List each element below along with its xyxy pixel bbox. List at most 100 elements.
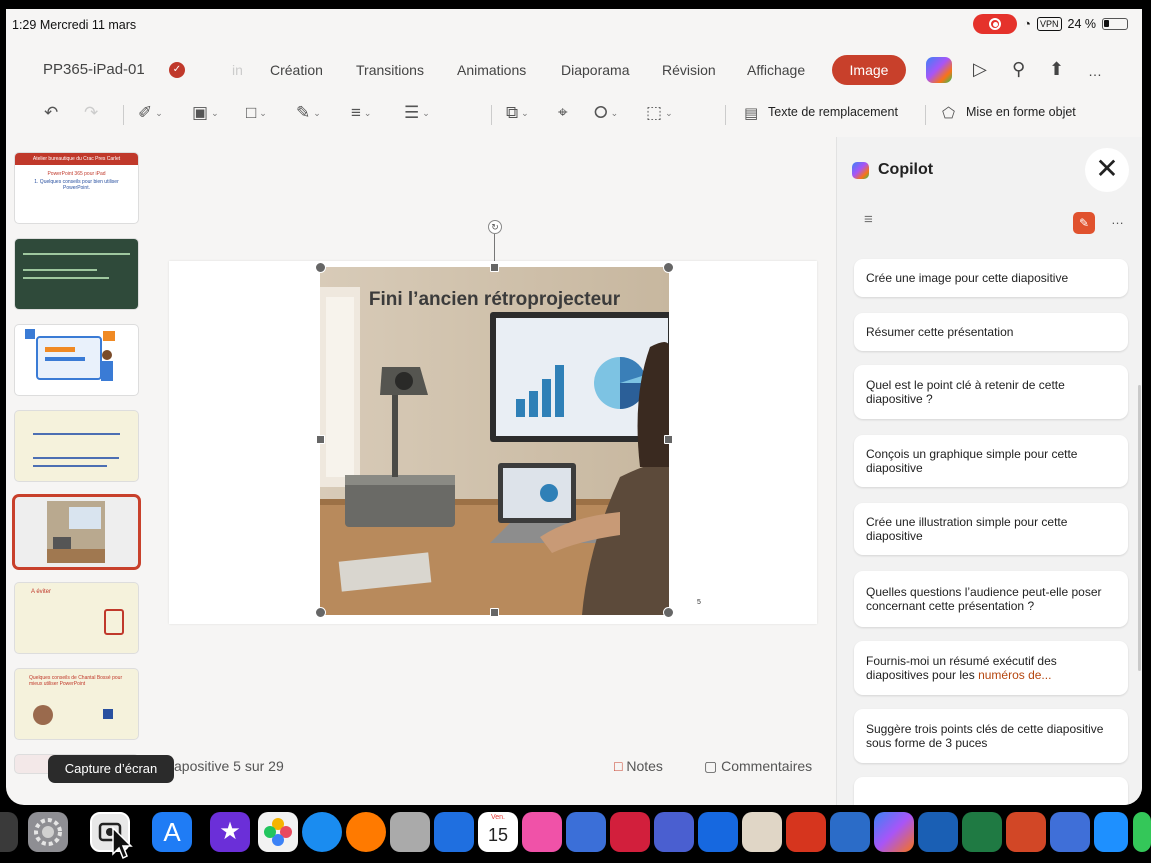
contacts-icon[interactable] — [390, 812, 430, 852]
align-icon[interactable]: ≡ ⌄ — [351, 103, 371, 123]
wifi-icon: ◔ — [1023, 17, 1031, 31]
app-icon[interactable] — [786, 812, 826, 852]
tab-image[interactable]: Image — [832, 55, 906, 85]
share-icon[interactable]: ⬆ — [1049, 59, 1064, 80]
thumbnail-slide-5[interactable] — [15, 497, 138, 567]
rotate-handle[interactable]: ↻ — [488, 220, 502, 234]
resize-handle-bl[interactable] — [315, 607, 326, 618]
thumbnail-slide-2[interactable] — [15, 239, 138, 309]
menu-icon[interactable]: ≡ — [864, 211, 873, 228]
slide-picture[interactable]: Fini l’ancien rétroprojecteur — [320, 267, 669, 615]
format-object-button[interactable]: Mise en forme objet — [966, 105, 1076, 119]
notes-button[interactable]: □ Notes — [614, 758, 663, 774]
powerpoint-icon[interactable] — [1006, 812, 1046, 852]
photos-icon[interactable] — [258, 812, 298, 852]
screen-recording-icon[interactable] — [973, 14, 1018, 34]
app-icon[interactable] — [610, 812, 650, 852]
onedrive-icon[interactable] — [1094, 812, 1128, 852]
tab-insertion-faded[interactable]: in — [232, 62, 243, 78]
thumbnail-slide-4[interactable] — [15, 411, 138, 481]
suggestion-item[interactable]: Quel est le point clé à retenir de cette… — [854, 365, 1128, 419]
search-icon[interactable]: ⚲ — [1012, 59, 1025, 80]
app-icon[interactable] — [830, 812, 870, 852]
screenshot-tooltip: Capture d’écran — [48, 755, 174, 783]
suggestion-item[interactable]: Conçois un graphique simple pour cette d… — [854, 435, 1128, 487]
suggestion-item[interactable]: Résumer cette présentation — [854, 313, 1128, 351]
pen-icon[interactable]: ✎ ⌄ — [296, 103, 321, 123]
app-icon[interactable] — [654, 812, 694, 852]
format-object-icon[interactable]: ⬠ — [942, 104, 955, 122]
imovie-icon[interactable]: ★ — [210, 812, 250, 852]
suggestion-item[interactable]: Crée une image pour cette diapositive — [854, 259, 1128, 297]
arrange-icon[interactable]: ⧉ ⌄ — [506, 103, 529, 123]
outlook-icon[interactable] — [918, 812, 958, 852]
line-style-icon[interactable]: ☰ ⌄ — [404, 103, 430, 123]
close-icon[interactable]: ✕ — [1085, 148, 1129, 192]
tab-diaporama[interactable]: Diaporama — [561, 62, 629, 78]
undo-icon[interactable]: ↶ — [44, 103, 58, 123]
ribbon-divider — [925, 105, 926, 125]
mouse-cursor-icon — [112, 826, 133, 860]
tab-creation[interactable]: Création — [270, 62, 323, 78]
alt-text-button[interactable]: Texte de remplacement — [768, 105, 898, 119]
shape-icon[interactable]: ⭘ ⌄ — [594, 103, 618, 123]
resize-handle-tl[interactable] — [315, 262, 326, 273]
play-icon[interactable]: ▷ — [973, 59, 987, 80]
suggestion-item-partial[interactable] — [854, 777, 1128, 805]
resize-handle-r[interactable] — [664, 435, 673, 444]
app-store-icon[interactable]: A — [152, 812, 192, 852]
app-icon[interactable] — [566, 812, 606, 852]
copilot-app-icon[interactable] — [874, 812, 914, 852]
alt-text-icon[interactable]: ▤ — [744, 104, 758, 122]
picture-style-icon[interactable]: ▣ ⌄ — [192, 103, 219, 123]
more-icon[interactable]: … — [1111, 212, 1124, 227]
safari-icon[interactable] — [302, 812, 342, 852]
comments-button[interactable]: ▢ Commentaires — [704, 758, 812, 775]
suggestion-item[interactable]: Quelles questions l’audience peut-elle p… — [854, 571, 1128, 627]
slide-number: 5 — [697, 599, 701, 606]
new-chat-icon[interactable]: ✎ — [1073, 212, 1095, 234]
app-icon[interactable] — [522, 812, 562, 852]
copilot-scrollbar[interactable] — [1138, 385, 1141, 671]
crop-icon[interactable]: ⌖ — [558, 103, 568, 123]
replace-picture-icon[interactable]: ⬚ ⌄ — [646, 103, 673, 123]
redo-icon[interactable]: ↷ — [84, 103, 98, 123]
more-icon[interactable]: … — [1088, 63, 1102, 79]
app-icon[interactable] — [742, 812, 782, 852]
doc-status-icon[interactable]: ✓ — [169, 62, 185, 78]
messages-icon[interactable] — [1133, 812, 1151, 852]
resize-handle-b[interactable] — [490, 608, 499, 617]
thumbnail-slide-3[interactable] — [15, 325, 138, 395]
thumbnail-slide-7[interactable]: Quelques conseils de Chantal Bossé pour … — [15, 669, 138, 739]
tab-revision[interactable]: Révision — [662, 62, 716, 78]
suggestion-item-highlighted[interactable]: Fournis-moi un résumé exécutif des diapo… — [854, 641, 1128, 695]
tab-animations[interactable]: Animations — [457, 62, 526, 78]
settings-icon[interactable] — [28, 812, 68, 852]
excel-icon[interactable] — [962, 812, 1002, 852]
slide-title[interactable]: Fini l’ancien rétroprojecteur — [320, 289, 669, 311]
resize-handle-tr[interactable] — [663, 262, 674, 273]
ribbon-divider — [491, 105, 492, 125]
picture-edit-icon[interactable]: ✐ ⌄ — [138, 103, 163, 123]
app-icon[interactable] — [1050, 812, 1090, 852]
document-name[interactable]: PP365-iPad-01 — [43, 61, 145, 78]
resize-handle-l[interactable] — [316, 435, 325, 444]
thumb1-line: 1. Quelques conseils pour bien utiliser … — [34, 179, 119, 191]
picture-border-icon[interactable]: □ ⌄ — [246, 103, 267, 123]
thumb6-title: A éviter — [31, 589, 52, 595]
suggestion-item[interactable]: Suggère trois points clés de cette diapo… — [854, 709, 1128, 763]
thumbnail-slide-6[interactable]: A éviter — [15, 583, 138, 653]
thumbnail-slide-1[interactable]: Atelier bureautique du Crac Pres Carlet … — [15, 153, 138, 223]
calendar-icon[interactable]: Ven. 15 — [478, 812, 518, 852]
status-time: 1:29 Mercredi 11 mars — [12, 18, 137, 32]
qobuz-icon[interactable] — [434, 812, 474, 852]
suggestion-item[interactable]: Crée une illustration simple pour cette … — [854, 503, 1128, 555]
firefox-icon[interactable] — [346, 812, 386, 852]
tab-transitions[interactable]: Transitions — [356, 62, 424, 78]
resize-handle-t[interactable] — [490, 263, 499, 272]
app-icon[interactable] — [698, 812, 738, 852]
resize-handle-br[interactable] — [663, 607, 674, 618]
app-icon[interactable] — [0, 812, 18, 852]
copilot-icon[interactable] — [926, 57, 952, 83]
tab-affichage[interactable]: Affichage — [747, 62, 805, 78]
